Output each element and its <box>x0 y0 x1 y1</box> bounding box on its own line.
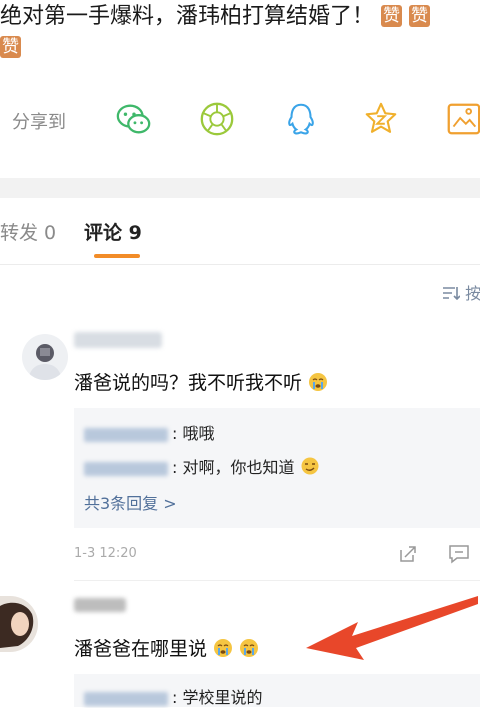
post-text: 绝对第一手爆料，潘玮柏打算结婚了！ <box>0 4 375 29</box>
qq-icon[interactable] <box>282 100 320 138</box>
post-text-line: 绝对第一手爆料，潘玮柏打算结婚了！ 赞 赞 <box>0 2 431 32</box>
post-text-line-2: 赞 <box>0 36 21 58</box>
reply-box: : 学校里说的 <box>74 674 480 707</box>
blurred-reply-username <box>84 691 168 706</box>
blurred-reply-username <box>84 461 168 476</box>
reply-text: : 对啊，你也知道 <box>172 458 295 477</box>
reply-box: : 哦哦 : 对啊，你也知道 共3条回复 > <box>74 408 480 528</box>
reply-icon[interactable] <box>448 544 470 564</box>
like-badge: 赞 <box>0 36 21 58</box>
crying-emoji-icon <box>309 373 328 391</box>
crying-emoji-icon <box>214 639 233 657</box>
tab-repost[interactable]: 转发 0 <box>0 218 56 245</box>
sort-icon <box>443 287 461 301</box>
save-image-icon[interactable] <box>444 100 480 138</box>
repost-icon[interactable] <box>398 544 418 564</box>
share-label: 分享到 <box>12 112 66 133</box>
comment-username[interactable] <box>74 598 126 616</box>
reply-item[interactable]: : 学校里说的 <box>84 684 262 708</box>
tab-divider <box>0 264 480 265</box>
reply-text: : 哦哦 <box>172 424 215 443</box>
wechat-icon[interactable] <box>115 100 153 138</box>
moments-icon[interactable] <box>198 100 236 138</box>
blurred-reply-username <box>84 427 168 442</box>
more-replies-link[interactable]: 共3条回复 > <box>84 490 177 514</box>
comment-text: 潘爸说的吗？我不听我不听 <box>74 368 328 395</box>
like-badge: 赞 <box>381 5 403 27</box>
qzone-icon[interactable] <box>362 100 400 138</box>
like-badge: 赞 <box>409 5 431 27</box>
comment-username[interactable] <box>74 332 162 352</box>
smirk-emoji-icon <box>301 457 319 475</box>
reply-item[interactable]: : 哦哦 <box>84 420 214 444</box>
comment-time: 1-3 12:20 <box>74 546 137 561</box>
section-separator <box>0 178 480 198</box>
comment-text: 潘爸爸在哪里说 <box>74 634 259 661</box>
comment-body: 潘爸爸在哪里说 <box>74 638 208 660</box>
avatar[interactable] <box>22 334 68 380</box>
avatar[interactable] <box>0 596 38 652</box>
sort-label: 按 <box>465 284 480 303</box>
reply-item[interactable]: : 对啊，你也知道 <box>84 454 320 478</box>
active-tab-indicator <box>94 254 140 258</box>
comment-divider <box>74 580 480 581</box>
blurred-username <box>74 598 126 612</box>
comment-body: 潘爸说的吗？我不听我不听 <box>74 372 303 394</box>
sort-button[interactable]: 按 <box>442 280 480 304</box>
crying-emoji-icon <box>240 639 259 657</box>
tab-comments[interactable]: 评论 9 <box>84 218 142 245</box>
annotation-arrow <box>306 596 478 660</box>
blurred-username <box>74 332 162 348</box>
reply-text: : 学校里说的 <box>172 688 263 707</box>
